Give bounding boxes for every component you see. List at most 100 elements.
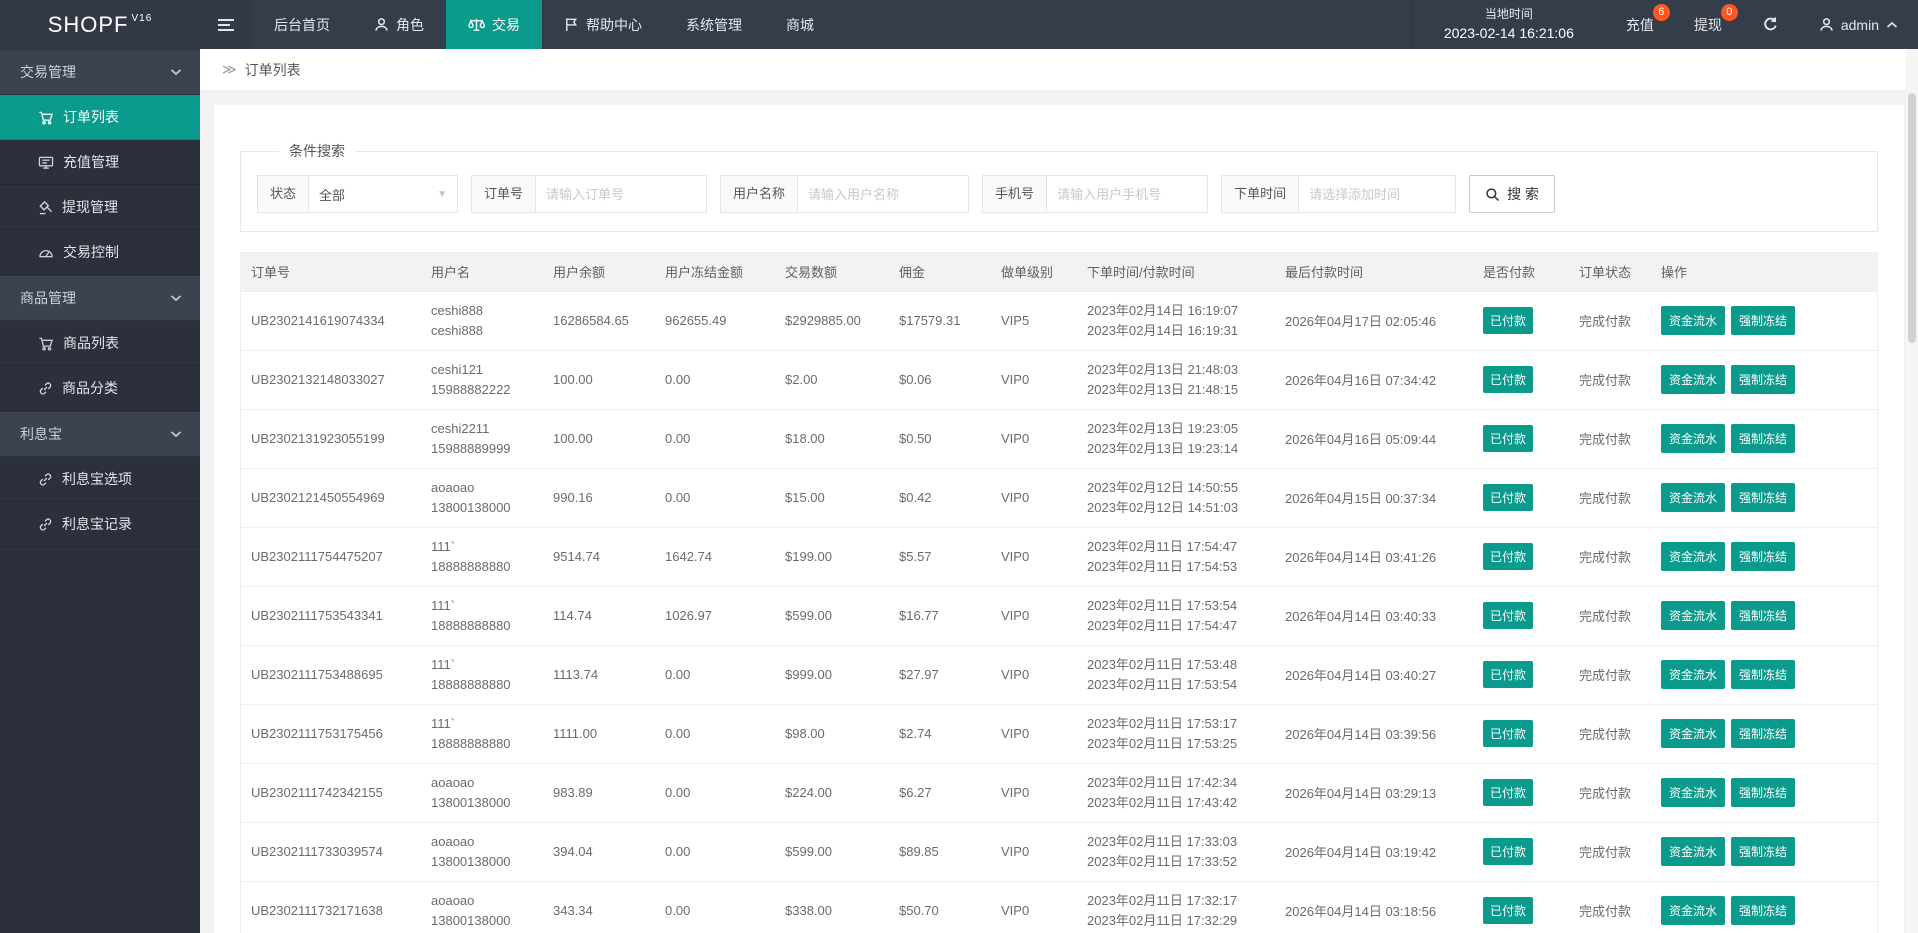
commission-value: $6.27 — [899, 785, 932, 800]
fund-flow-button[interactable]: 资金流水 — [1661, 778, 1726, 807]
fund-flow-button[interactable]: 资金流水 — [1661, 483, 1726, 512]
sidebar-item[interactable]: 利息宝选项 — [0, 457, 200, 502]
level-cell: VIP0 — [991, 526, 1077, 586]
order-status-cell: 完成付款 — [1569, 349, 1651, 409]
level-cell: VIP0 — [991, 644, 1077, 704]
force-freeze-button[interactable]: 强制冻结 — [1731, 424, 1796, 453]
frozen-value: 0.00 — [665, 785, 691, 800]
sidebar-item[interactable]: 利息宝记录 — [0, 502, 200, 547]
force-freeze-button[interactable]: 强制冻结 — [1731, 660, 1796, 689]
amount-value: $599.00 — [785, 608, 832, 623]
username-line1: aoaoao — [431, 833, 475, 849]
force-freeze-button[interactable]: 强制冻结 — [1731, 483, 1796, 512]
link-icon — [38, 517, 53, 532]
sidebar-item[interactable]: 充值管理 — [0, 140, 200, 185]
last-pay-time: 2026年04月17日 02:05:46 — [1285, 314, 1437, 329]
level-cell: VIP0 — [991, 585, 1077, 645]
order-status-cell: 完成付款 — [1569, 526, 1651, 586]
force-freeze-button[interactable]: 强制冻结 — [1731, 542, 1796, 571]
withdraw-label: 提现 — [1693, 16, 1722, 33]
fund-flow-button[interactable]: 资金流水 — [1661, 601, 1726, 630]
fund-flow-button[interactable]: 资金流水 — [1661, 424, 1726, 453]
sidebar-group[interactable]: 商品管理 — [0, 275, 200, 321]
username-cell: aoaoao 13800138000 — [421, 880, 543, 933]
withdraw-shortcut[interactable]: 提现 0 — [1674, 0, 1742, 49]
order-id-cell: UB2302121450554969 — [241, 467, 421, 527]
nav-item[interactable]: 系统管理 — [664, 0, 764, 49]
page-scrollbar-thumb[interactable] — [1908, 93, 1916, 343]
sidebar-group[interactable]: 利息宝 — [0, 411, 200, 457]
amount-value: $2.00 — [785, 372, 818, 387]
breadcrumb-icon: ≫ — [222, 61, 237, 77]
nav-item[interactable]: 角色 — [352, 0, 446, 49]
fund-flow-button[interactable]: 资金流水 — [1661, 542, 1726, 571]
frozen-cell: 1026.97 — [655, 585, 775, 645]
balance-cell: 990.16 — [543, 467, 655, 527]
frozen-value: 962655.49 — [665, 313, 727, 328]
force-freeze-button[interactable]: 强制冻结 — [1731, 306, 1796, 335]
phone-input[interactable] — [1046, 175, 1209, 213]
search-panel: 条件搜索 状态 全部 ▼ 订单号 用户名称 — [240, 141, 1878, 232]
nav-item[interactable]: 商城 — [764, 0, 836, 49]
force-freeze-button[interactable]: 强制冻结 — [1731, 778, 1796, 807]
paid-status-cell: 已付款 — [1473, 467, 1569, 527]
nav-item[interactable]: 后台首页 — [252, 0, 352, 49]
force-freeze-button[interactable]: 强制冻结 — [1731, 896, 1796, 926]
actions-cell: 资金流水 强制冻结 — [1651, 290, 1877, 350]
column-header: 最后付款时间 — [1275, 253, 1473, 291]
sidebar-item[interactable]: 订单列表 — [0, 95, 200, 140]
username-cell: aoaoao 13800138000 — [421, 467, 543, 527]
username-line2: ceshi888 — [431, 322, 484, 338]
status-select[interactable]: 全部 ▼ — [308, 175, 459, 213]
force-freeze-button[interactable]: 强制冻结 — [1731, 837, 1796, 866]
order-id: UB2302111733039574 — [251, 844, 383, 859]
paid-status-cell: 已付款 — [1473, 821, 1569, 881]
order-status: 完成付款 — [1579, 491, 1632, 506]
refresh-button[interactable] — [1742, 0, 1799, 49]
force-freeze-button[interactable]: 强制冻结 — [1731, 365, 1796, 394]
username-input[interactable] — [797, 175, 970, 213]
order-no-input[interactable] — [535, 175, 708, 213]
order-time: 2023年02月11日 17:53:17 — [1087, 715, 1238, 731]
sidebar: 交易管理 订单列表 充值管理 提现管理交易控制商品管理 商品列表 商品分类利息宝利息宝选项… — [0, 49, 200, 933]
nav-item[interactable]: 帮助中心 — [542, 0, 664, 49]
paid-status-badge: 已付款 — [1483, 543, 1534, 570]
username-line2: 15988889999 — [431, 440, 511, 456]
pay-time: 2023年02月11日 17:54:47 — [1087, 617, 1238, 633]
sidebar-group-label: 利息宝 — [20, 426, 62, 442]
column-header: 做单级别 — [991, 253, 1077, 291]
fund-flow-button[interactable]: 资金流水 — [1661, 896, 1726, 926]
fund-flow-button[interactable]: 资金流水 — [1661, 660, 1726, 689]
pay-time: 2023年02月11日 17:53:54 — [1087, 676, 1238, 692]
gauge-icon — [38, 245, 54, 259]
sidebar-group[interactable]: 交易管理 — [0, 49, 200, 95]
sidebar-item[interactable]: 交易控制 — [0, 230, 200, 275]
level-value: VIP0 — [1001, 608, 1030, 623]
sidebar-item[interactable]: 提现管理 — [0, 185, 200, 230]
sidebar-item[interactable]: 商品列表 — [0, 321, 200, 366]
level-cell: VIP0 — [991, 467, 1077, 527]
frozen-value: 0.00 — [665, 667, 691, 682]
collapse-sidebar-button[interactable] — [200, 0, 252, 49]
order-time-cell: 2023年02月12日 14:50:55 2023年02月12日 14:51:03 — [1077, 467, 1275, 527]
link-icon — [38, 472, 53, 487]
order-time-input[interactable] — [1298, 175, 1457, 213]
nav-item[interactable]: 交易 — [446, 0, 542, 49]
fund-flow-button[interactable]: 资金流水 — [1661, 306, 1726, 335]
page-scrollbar[interactable] — [1906, 49, 1918, 933]
fund-flow-button[interactable]: 资金流水 — [1661, 365, 1726, 394]
force-freeze-button[interactable]: 强制冻结 — [1731, 719, 1796, 748]
search-button[interactable]: 搜 索 — [1469, 175, 1555, 213]
fund-flow-button[interactable]: 资金流水 — [1661, 719, 1726, 748]
recharge-shortcut[interactable]: 充值 6 — [1606, 0, 1674, 49]
admin-menu[interactable]: admin — [1799, 0, 1918, 49]
sidebar-item[interactable]: 商品分类 — [0, 366, 200, 411]
chevron-down-icon — [170, 68, 182, 76]
admin-label: admin — [1840, 16, 1879, 33]
username-line1: ceshi888 — [431, 302, 484, 318]
fund-flow-button[interactable]: 资金流水 — [1661, 837, 1726, 866]
sidebar-item-label: 交易控制 — [63, 243, 119, 260]
commission-cell: $0.06 — [889, 349, 991, 409]
order-time: 2023年02月13日 19:23:05 — [1087, 420, 1239, 436]
force-freeze-button[interactable]: 强制冻结 — [1731, 601, 1796, 630]
